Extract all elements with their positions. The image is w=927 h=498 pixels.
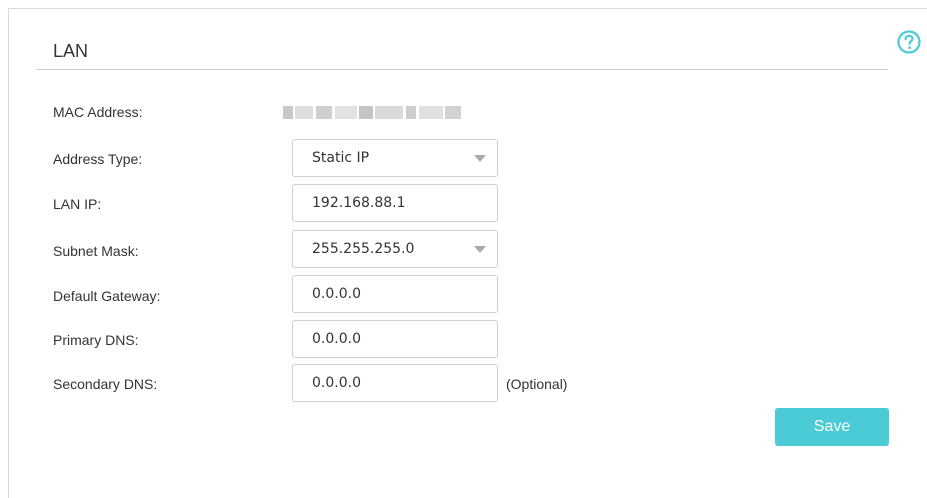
mac-address-value-blurred	[283, 106, 463, 119]
secondary-dns-label: Secondary DNS:	[53, 376, 158, 392]
help-icon[interactable]	[897, 30, 921, 54]
default-gateway-value: 0.0.0.0	[312, 286, 361, 302]
lan-ip-label: LAN IP:	[53, 196, 102, 212]
dropdown-arrow-icon	[474, 155, 486, 162]
section-title: LAN	[53, 41, 89, 61]
default-gateway-input[interactable]: 0.0.0.0	[292, 275, 498, 313]
lan-ip-input[interactable]: 192.168.88.1	[292, 184, 498, 222]
secondary-dns-input[interactable]: 0.0.0.0	[292, 364, 498, 402]
address-type-value: Static IP	[312, 150, 370, 166]
subnet-mask-select[interactable]: 255.255.255.0	[292, 230, 498, 268]
primary-dns-value: 0.0.0.0	[312, 331, 361, 347]
default-gateway-label: Default Gateway:	[53, 288, 161, 304]
secondary-dns-value: 0.0.0.0	[312, 375, 361, 391]
address-type-select[interactable]: Static IP	[292, 139, 498, 177]
lan-ip-value: 192.168.88.1	[312, 195, 406, 211]
mac-address-label: MAC Address:	[53, 104, 143, 120]
subnet-mask-label: Subnet Mask:	[53, 243, 139, 259]
section-divider	[36, 69, 888, 70]
subnet-mask-value: 255.255.255.0	[312, 241, 415, 257]
optional-note: (Optional)	[506, 376, 568, 392]
primary-dns-input[interactable]: 0.0.0.0	[292, 320, 498, 358]
dropdown-arrow-icon	[474, 246, 486, 253]
address-type-label: Address Type:	[53, 151, 143, 167]
save-button[interactable]: Save	[775, 408, 889, 446]
primary-dns-label: Primary DNS:	[53, 332, 139, 348]
